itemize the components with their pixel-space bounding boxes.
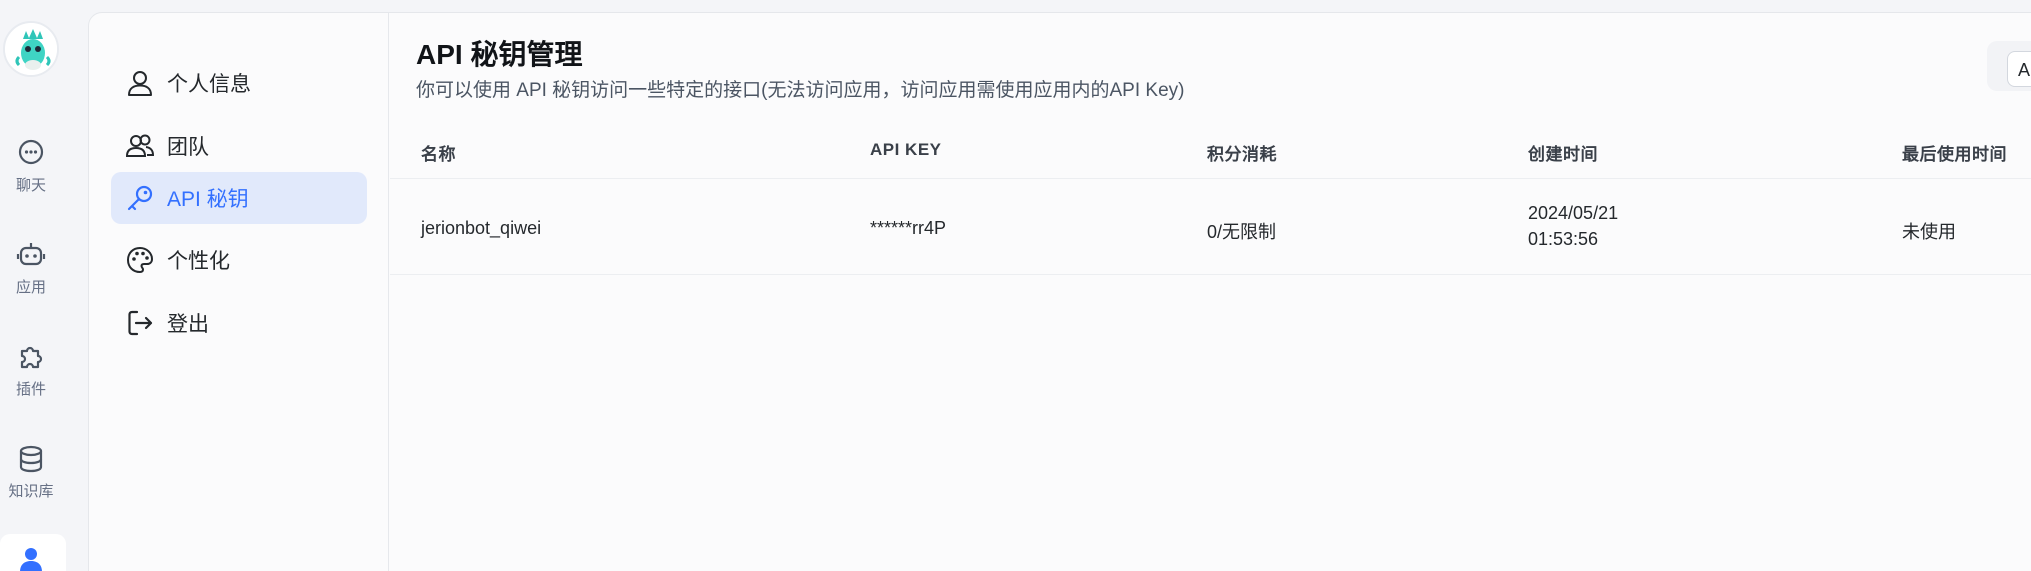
menu-item-profile[interactable]: 个人信息 (111, 57, 367, 109)
app-root: 聊天 应用 插件 知识库 个人信息 团队 API 秘钥 个性化 登出 API 秘… (0, 0, 2031, 571)
rail-item-apps[interactable]: 应用 (0, 240, 62, 297)
cell-name: jerionbot_qiwei (421, 218, 542, 238)
key-icon (127, 185, 153, 211)
menu-item-logout[interactable]: 登出 (111, 297, 367, 349)
rail-item-label: 插件 (15, 381, 46, 398)
column-header-created: 创建时间 (1528, 145, 1598, 164)
chat-bubble-icon (18, 139, 44, 165)
account-menu: 个人信息 团队 API 秘钥 个性化 登出 (89, 13, 389, 571)
menu-item-personalize[interactable]: 个性化 (111, 234, 367, 286)
menu-item-label: 团队 (167, 136, 209, 159)
puzzle-icon (20, 346, 43, 369)
menu-item-team[interactable]: 团队 (111, 120, 367, 172)
team-icon (125, 134, 155, 157)
column-header-credits: 积分消耗 (1207, 145, 1277, 164)
account-panel: 个人信息 团队 API 秘钥 个性化 登出 API 秘钥管理 你可以使用 API… (88, 12, 2031, 571)
rail-item-chat[interactable]: 聊天 (0, 138, 62, 195)
rail-item-plugins[interactable]: 插件 (0, 342, 62, 399)
column-header-name: 名称 (421, 145, 456, 164)
column-header-last-used: 最后使用时间 (1902, 145, 2007, 164)
rail-item-knowledge[interactable]: 知识库 (0, 444, 62, 501)
column-header-api-key: API KEY (870, 140, 942, 159)
cell-credits: 0/无限制 (1207, 222, 1277, 242)
rail-item-account[interactable] (0, 534, 66, 571)
cell-created-date: 2024/05/21 (1528, 203, 1619, 223)
cell-api-key: ******rr4P (870, 218, 947, 238)
user-icon (128, 71, 152, 96)
mascot-avatar-icon (5, 23, 57, 75)
rail-item-label: 知识库 (8, 483, 54, 500)
robot-icon (16, 243, 46, 266)
menu-item-label: API 秘钥 (167, 188, 249, 211)
cell-last-used: 未使用 (1902, 222, 1956, 242)
menu-item-label: 登出 (167, 313, 209, 336)
cell-created: 2024/05/21 01:53:56 (1528, 200, 1618, 252)
menu-item-label: 个人信息 (167, 73, 251, 96)
rail-item-label: 应用 (15, 279, 46, 296)
menu-item-label: 个性化 (167, 250, 230, 273)
table-header-divider (390, 178, 2031, 179)
api-root-area: API根地址 (1987, 41, 2031, 91)
api-keys-content: API 秘钥管理 你可以使用 API 秘钥访问一些特定的接口(无法访问应用，访问… (390, 13, 2031, 571)
table-row-divider (390, 274, 2031, 275)
page-subtitle: 你可以使用 API 秘钥访问一些特定的接口(无法访问应用，访问应用需使用应用内的… (416, 80, 1185, 101)
logout-icon (128, 310, 153, 336)
cell-created-time: 01:53:56 (1528, 229, 1599, 249)
user-icon (20, 548, 42, 571)
nav-rail: 聊天 应用 插件 知识库 (0, 0, 88, 571)
page-title: API 秘钥管理 (416, 39, 583, 70)
api-root-button[interactable]: API根地址 (2007, 51, 2031, 87)
palette-icon (126, 246, 154, 274)
rail-item-label: 聊天 (15, 177, 46, 194)
menu-item-api-keys[interactable]: API 秘钥 (111, 172, 367, 224)
user-avatar[interactable] (3, 21, 59, 77)
database-icon (19, 445, 43, 473)
